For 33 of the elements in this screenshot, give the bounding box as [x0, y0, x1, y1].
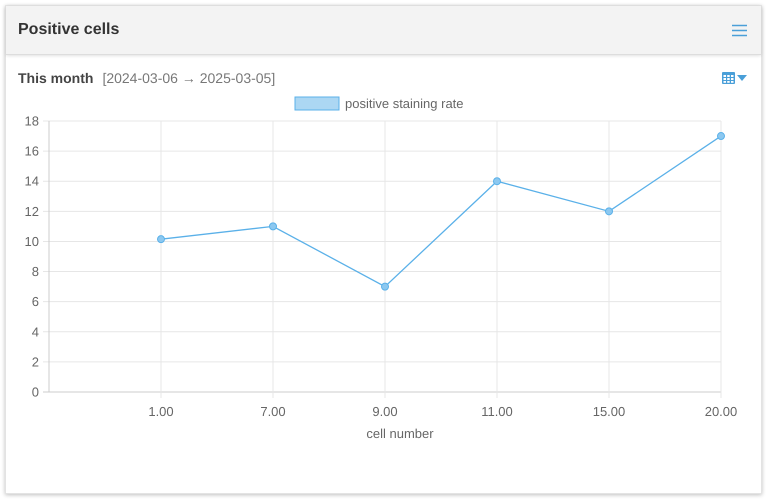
- panel-title: Positive cells: [18, 21, 120, 39]
- data-point: [605, 207, 613, 216]
- legend-label: positive staining rate: [345, 96, 464, 111]
- x-tick-label: 15.00: [592, 404, 626, 419]
- menu-icon: [732, 24, 747, 36]
- y-tick-label: 14: [24, 174, 39, 189]
- y-tick-label: 10: [24, 234, 39, 249]
- x-tick-label: 9.00: [372, 404, 398, 419]
- data-point: [717, 132, 725, 140]
- caret-icon: [737, 74, 747, 80]
- calendar-icon: [722, 71, 735, 84]
- data-point: [381, 282, 389, 291]
- y-tick-label: 18: [24, 114, 39, 128]
- x-tick-label: 11.00: [481, 404, 513, 419]
- data-point: [157, 235, 165, 244]
- calendar-dropdown-button[interactable]: [720, 69, 749, 86]
- legend-item[interactable]: positive staining rate: [294, 96, 464, 111]
- y-tick-label: 0: [32, 384, 39, 400]
- menu-button[interactable]: [730, 22, 749, 38]
- x-tick-label: 20.00: [704, 404, 738, 419]
- x-tick-label: 7.00: [260, 404, 286, 419]
- y-tick-label: 6: [32, 294, 39, 310]
- date-range: [2024-03-06 → 2025-03-05]: [102, 70, 276, 86]
- x-axis-title: cell number: [366, 426, 434, 441]
- y-tick-label: 8: [32, 264, 39, 280]
- x-tick-label: 1.00: [148, 404, 174, 419]
- data-point: [493, 177, 501, 186]
- y-tick-label: 12: [24, 204, 39, 219]
- y-tick-label: 2: [32, 354, 39, 370]
- y-tick-label: 4: [32, 324, 39, 340]
- data-point: [269, 222, 277, 230]
- y-tick-label: 16: [24, 144, 39, 159]
- period-label: This month: [18, 70, 94, 86]
